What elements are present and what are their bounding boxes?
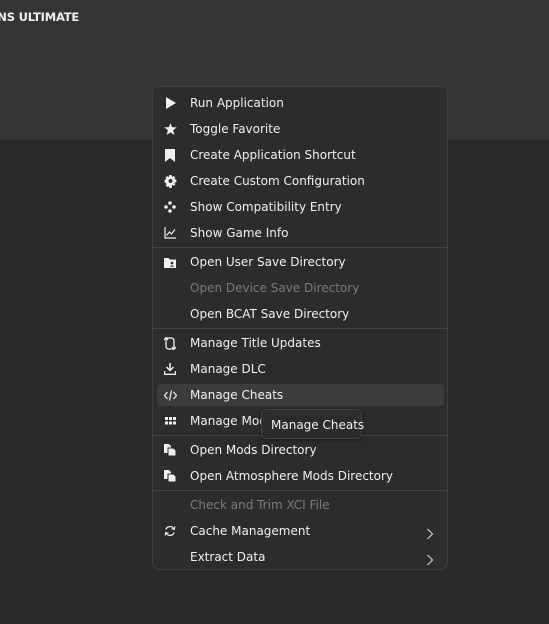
menu-separator <box>153 490 447 491</box>
files-icon <box>163 443 177 457</box>
menu-item-open-user-save-directory[interactable]: Open User Save Directory <box>157 251 444 273</box>
menu-item-toggle-favorite[interactable]: Toggle Favorite <box>157 118 444 140</box>
menu-item-label: Open Atmosphere Mods Directory <box>190 469 394 483</box>
code-icon <box>163 388 177 402</box>
menu-item-label: Create Application Shortcut <box>190 148 356 162</box>
menu-item-show-game-info[interactable]: Show Game Info <box>157 222 444 244</box>
menu-item-label: Extract Data <box>190 550 266 564</box>
files-icon <box>163 469 177 483</box>
menu-item-manage-title-updates[interactable]: Manage Title Updates <box>157 332 444 354</box>
menu-item-label: Open User Save Directory <box>190 255 346 269</box>
chart-icon <box>163 226 177 240</box>
menu-item-cache-management[interactable]: Cache Management <box>157 520 444 542</box>
chevron-right-icon <box>426 525 436 540</box>
menu-item-manage-cheats[interactable]: Manage Cheats <box>157 384 444 406</box>
menu-item-label: Manage DLC <box>190 362 266 376</box>
sync-icon <box>163 336 177 350</box>
menu-item-label: Show Game Info <box>190 226 289 240</box>
star-icon <box>163 122 177 136</box>
menu-separator <box>153 247 447 248</box>
grid-icon <box>163 414 177 428</box>
menu-item-label: Create Custom Configuration <box>190 174 365 188</box>
menu-item-extract-data[interactable]: Extract Data <box>157 546 444 568</box>
menu-item-label: Manage Cheats <box>190 388 284 402</box>
menu-item-label: Open BCAT Save Directory <box>190 307 350 321</box>
menu-item-create-application-shortcut[interactable]: Create Application Shortcut <box>157 144 444 166</box>
menu-item-run-application[interactable]: Run Application <box>157 92 444 114</box>
menu-item-open-bcat-save-directory[interactable]: Open BCAT Save Directory <box>157 303 444 325</box>
play-icon <box>163 96 177 110</box>
menu-item-label: Cache Management <box>190 524 311 538</box>
menu-item-label: Run Application <box>190 96 284 110</box>
bookmark-icon <box>163 148 177 162</box>
menu-separator <box>153 328 447 329</box>
menu-item-manage-dlc[interactable]: Manage DLC <box>157 358 444 380</box>
chevron-right-icon <box>426 551 436 566</box>
menu-item-label: Manage Title Updates <box>190 336 321 350</box>
menu-item-label: Show Compatibility Entry <box>190 200 342 214</box>
menu-item-label: Check and Trim XCI File <box>190 498 330 512</box>
menu-item-label: Toggle Favorite <box>190 122 281 136</box>
context-menu: Run Application Toggle Favorite Create A… <box>152 86 448 570</box>
refresh-icon <box>163 524 177 538</box>
menu-item-open-device-save-directory[interactable]: Open Device Save Directory <box>157 277 444 299</box>
menu-item-label: Open Mods Directory <box>190 443 317 457</box>
user-folder-icon <box>163 255 177 269</box>
menu-item-open-atmosphere-mods-directory[interactable]: Open Atmosphere Mods Directory <box>157 465 444 487</box>
tooltip-text: Manage Cheats <box>271 418 365 432</box>
menu-item-check-and-trim-xci-file[interactable]: Check and Trim XCI File <box>157 494 444 516</box>
gamepad-icon <box>163 200 177 214</box>
gear-icon <box>163 174 177 188</box>
menu-item-label: Open Device Save Directory <box>190 281 360 295</box>
download-icon <box>163 362 177 376</box>
app-title: TIONS ULTIMATE <box>0 10 80 24</box>
tooltip: Manage Cheats <box>261 409 365 439</box>
menu-item-create-custom-configuration[interactable]: Create Custom Configuration <box>157 170 444 192</box>
menu-item-show-compatibility-entry[interactable]: Show Compatibility Entry <box>157 196 444 218</box>
menu-item-open-mods-directory[interactable]: Open Mods Directory <box>157 439 444 461</box>
